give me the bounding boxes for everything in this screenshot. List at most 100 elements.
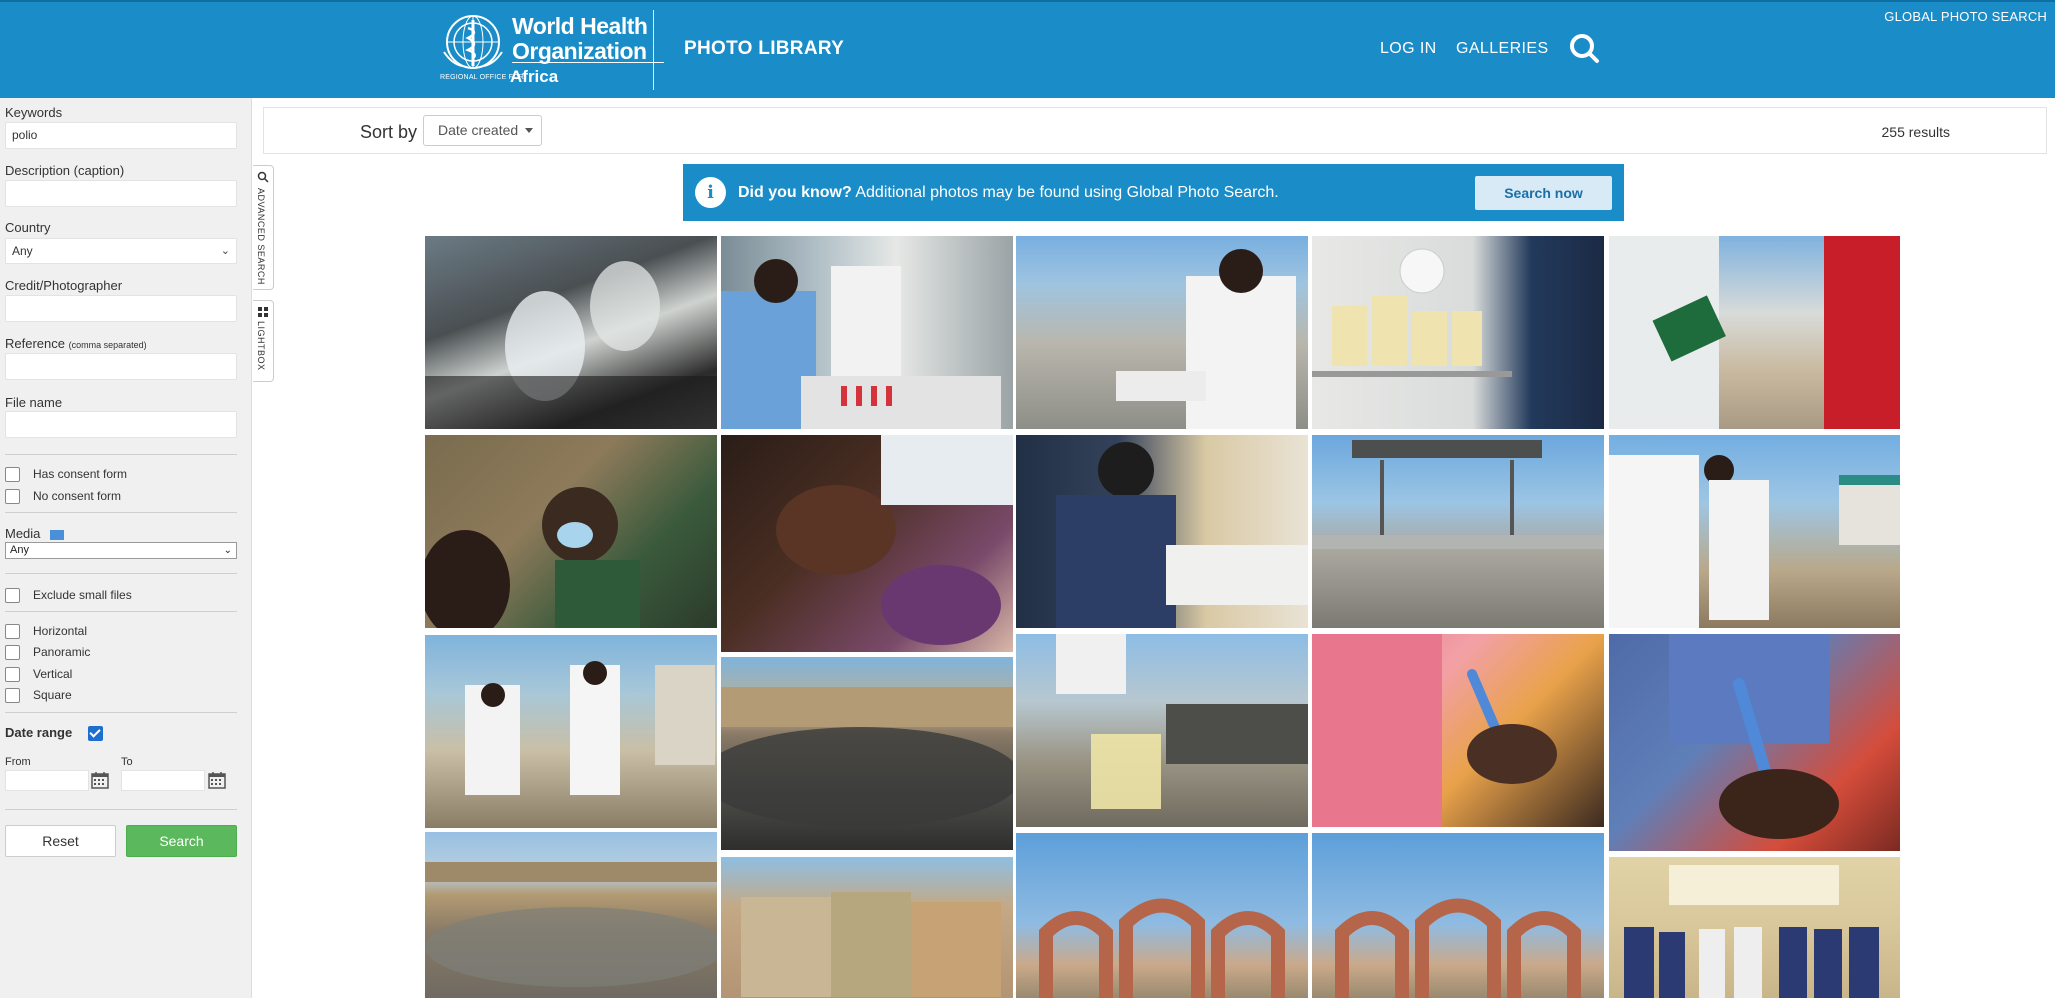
divider — [5, 573, 237, 574]
description-input[interactable] — [5, 180, 237, 207]
country-select[interactable]: Any ⌄ — [5, 238, 237, 264]
logo-rule — [512, 62, 664, 63]
tab-lightbox-label: LIGHTBOX — [256, 321, 266, 371]
sort-by-label: Sort by — [360, 122, 418, 142]
orientation-panoramic-label: Panoramic — [33, 645, 91, 659]
photo-desk-papers[interactable] — [1016, 435, 1308, 628]
photo-image — [1335, 898, 1581, 998]
checkbox[interactable] — [5, 644, 20, 660]
to-date-input[interactable] — [121, 770, 205, 791]
photo-clipboard-site[interactable] — [1016, 236, 1308, 429]
calendar-icon[interactable] — [208, 771, 226, 789]
keywords-input[interactable]: polio — [5, 122, 237, 149]
caret-down-icon — [525, 128, 533, 133]
header-divider — [653, 10, 654, 90]
orientation-horizontal-checkbox[interactable]: Horizontal — [5, 623, 87, 639]
photo-image — [425, 487, 640, 628]
checkbox[interactable] — [5, 587, 20, 603]
exclude-small-label: Exclude small files — [33, 588, 132, 602]
login-link[interactable]: LOG IN — [1380, 40, 1437, 58]
from-date-input[interactable] — [5, 770, 89, 791]
orientation-vertical-checkbox[interactable]: Vertical — [5, 666, 72, 682]
who-africa-logo[interactable]: World Health Organization REGIONAL OFFIC… — [440, 10, 664, 90]
chevron-down-icon: ⌄ — [220, 245, 230, 257]
checkbox[interactable] — [5, 488, 20, 504]
calendar-icon[interactable] — [91, 771, 109, 789]
reference-hint: (comma separated) — [68, 340, 147, 350]
media-label: Media — [5, 526, 65, 541]
media-type-icon — [50, 529, 65, 540]
credit-label: Credit/Photographer — [5, 278, 123, 293]
orientation-horizontal-label: Horizontal — [33, 624, 88, 638]
credit-input[interactable] — [5, 295, 237, 322]
photo-image — [1312, 440, 1604, 549]
no-consent-label: No consent form — [33, 489, 122, 503]
orientation-vertical-label: Vertical — [33, 667, 73, 681]
search-icon[interactable] — [1568, 32, 1600, 64]
photo-city-gate-1[interactable] — [1016, 833, 1308, 998]
no-consent-checkbox[interactable]: No consent form — [5, 488, 121, 504]
photo-lab-microscope[interactable] — [721, 236, 1013, 429]
photo-child-masked[interactable] — [425, 435, 717, 628]
exclude-small-checkbox[interactable]: Exclude small files — [5, 587, 132, 603]
has-consent-label: Has consent form — [33, 467, 128, 481]
date-range-text: Date range — [5, 725, 73, 740]
description-label: Description (caption) — [5, 163, 125, 178]
photo-sampling-crouch[interactable] — [425, 635, 717, 828]
filename-label: File name — [5, 395, 63, 410]
photo-fuel-pump[interactable] — [1609, 236, 1900, 429]
from-label: From — [5, 756, 31, 768]
photo-image — [425, 862, 717, 987]
photo-waste-landscape[interactable] — [425, 832, 717, 998]
results-count: 255 results — [1881, 124, 1950, 140]
logo-line-1: World Health — [512, 13, 648, 39]
global-photo-search-link[interactable]: GLOBAL PHOTO SEARCH — [1884, 9, 2047, 24]
reference-input[interactable] — [5, 353, 237, 380]
divider — [5, 512, 237, 513]
photo-health-team[interactable] — [1609, 857, 1900, 998]
photo-sampling-kit[interactable] — [1609, 435, 1900, 628]
checkbox[interactable] — [5, 466, 20, 482]
photo-finger-mark-1[interactable] — [1312, 634, 1604, 827]
media-select[interactable]: Any ⌄ — [5, 542, 237, 559]
photo-oral-vaccine[interactable] — [721, 435, 1013, 652]
reset-button[interactable]: Reset — [5, 825, 116, 857]
search-button[interactable]: Search — [126, 825, 237, 857]
checkbox[interactable] — [5, 623, 20, 639]
photo-image — [1669, 634, 1839, 839]
divider — [5, 809, 237, 810]
galleries-link[interactable]: GALLERIES — [1456, 40, 1549, 58]
filename-input[interactable] — [5, 411, 237, 438]
divider — [5, 611, 237, 612]
photo-village-walls[interactable] — [721, 857, 1013, 998]
photo-city-gate-2[interactable] — [1312, 833, 1604, 998]
divider — [5, 454, 237, 455]
has-consent-checkbox[interactable]: Has consent form — [5, 466, 127, 482]
photo-waste-field[interactable] — [721, 657, 1013, 850]
search-now-button[interactable]: Search now — [1475, 176, 1612, 210]
results-toolbar: Sort by Date created 255 results — [263, 107, 2047, 154]
photo-sample-jar[interactable] — [1016, 634, 1308, 827]
tab-lightbox[interactable]: LIGHTBOX — [253, 300, 274, 382]
photo-image — [1609, 236, 1900, 429]
tab-advanced-search[interactable]: ADVANCED SEARCH — [253, 165, 274, 290]
sort-select[interactable]: Date created — [423, 115, 542, 146]
photo-image — [1056, 442, 1308, 628]
checkbox[interactable] — [5, 666, 20, 682]
orientation-panoramic-checkbox[interactable]: Panoramic — [5, 644, 90, 660]
search-sidebar: Keywords polio Description (caption) Cou… — [0, 98, 252, 998]
photo-finger-mark-2[interactable] — [1609, 634, 1900, 851]
orientation-square-checkbox[interactable]: Square — [5, 687, 72, 703]
photo-image — [776, 435, 1013, 645]
photo-image — [721, 259, 1001, 429]
photo-image — [1116, 249, 1296, 429]
banner-text: Did you know? Additional photos may be f… — [738, 184, 1279, 202]
date-range-checkbox[interactable] — [87, 726, 103, 742]
divider — [5, 712, 237, 713]
photo-image — [1056, 634, 1308, 809]
photo-lab-pouring[interactable] — [425, 236, 717, 429]
photo-fridge-samples[interactable] — [1312, 236, 1604, 429]
checkbox[interactable] — [5, 687, 20, 703]
photo-water-works[interactable] — [1312, 435, 1604, 628]
media-select-value: Any — [10, 544, 29, 556]
